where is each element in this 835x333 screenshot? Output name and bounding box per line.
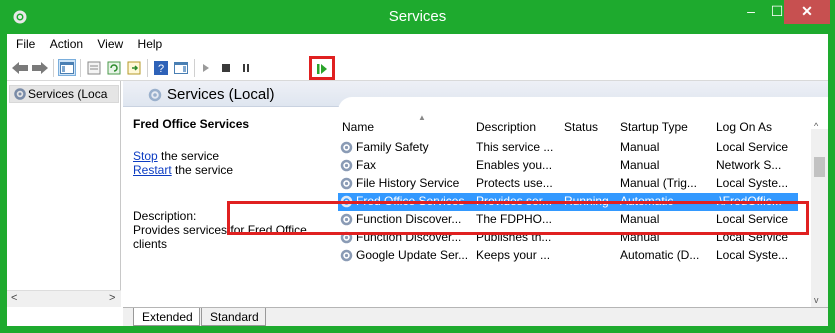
selected-row-highlight: [227, 201, 809, 235]
cell-name: File History Service: [356, 176, 460, 190]
scroll-right-icon[interactable]: >: [109, 292, 115, 304]
tab-standard[interactable]: Standard: [201, 308, 266, 326]
column-header-label: Name: [342, 120, 375, 134]
cell-startup-type: Manual: [620, 158, 660, 172]
stop-service-icon[interactable]: [217, 59, 235, 76]
forward-icon[interactable]: [31, 59, 49, 76]
cell-startup-type: Manual: [620, 140, 660, 154]
svg-text:?: ?: [158, 63, 164, 75]
stop-suffix: the service: [157, 149, 220, 163]
description-line-2: clients: [133, 237, 168, 251]
column-header-log-on-as[interactable]: Log On As: [712, 117, 802, 139]
column-header-status[interactable]: Status: [560, 117, 616, 139]
column-header-description[interactable]: Description: [472, 117, 560, 139]
restart-suffix: the service: [171, 163, 234, 177]
pause-service-icon[interactable]: [237, 59, 255, 76]
cell-name: Fax: [356, 158, 377, 172]
service-gear-icon: [340, 249, 353, 262]
table-row[interactable]: File History Service Protects use... Manua…: [338, 175, 798, 193]
menu-help[interactable]: Help: [133, 34, 169, 51]
cell-startup-type: Automatic (D...: [620, 248, 700, 262]
restart-service-line: Restart the service: [133, 163, 233, 177]
service-gear-icon: [340, 177, 353, 190]
cell-log-on-as: Local Syste...: [716, 248, 789, 262]
stop-service-line: Stop the service: [133, 149, 219, 163]
details-pane: Services (Local) Fred Office Services St…: [123, 81, 828, 307]
cell-description: Enables you...: [476, 158, 553, 172]
title-bar[interactable]: Services – ☐ ✕: [7, 0, 830, 34]
table-vertical-scrollbar[interactable]: ^ v: [811, 121, 828, 307]
scroll-up-icon[interactable]: ^: [814, 121, 818, 131]
toolbar-separator: [53, 59, 54, 77]
scroll-down-icon[interactable]: v: [814, 295, 819, 305]
menu-action[interactable]: Action: [45, 34, 89, 51]
menu-bar: File Action View Help: [7, 34, 828, 54]
console-tree-pane: Services (Loca < >: [7, 81, 121, 307]
start-service-icon[interactable]: [197, 59, 215, 76]
selected-service-name: Fred Office Services: [133, 117, 250, 131]
table-row[interactable]: Family Safety This service ... Manual Local…: [338, 139, 798, 157]
services-gear-icon: [148, 88, 162, 102]
cell-log-on-as: Network S...: [716, 158, 782, 172]
minimize-button[interactable]: –: [738, 0, 764, 24]
services-window: Services – ☐ ✕ File Action View Help ? S…: [0, 0, 835, 333]
restart-service-link[interactable]: Restart: [133, 163, 172, 177]
stop-service-link[interactable]: Stop: [133, 149, 158, 163]
cell-name: Family Safety: [356, 140, 429, 154]
column-header-name[interactable]: Name ▲: [338, 113, 472, 139]
column-header-startup-type[interactable]: Startup Type: [616, 117, 712, 139]
table-row[interactable]: Fax Enables you... Manual Network S...: [338, 157, 798, 175]
toolbar-separator: [80, 59, 81, 77]
services-gear-icon: [14, 88, 26, 100]
cell-startup-type: Manual (Trig...: [620, 176, 697, 190]
cell-description: This service ...: [476, 140, 554, 154]
list-background: [338, 97, 828, 117]
resume-button-highlight: [309, 56, 335, 80]
back-icon[interactable]: [11, 59, 29, 76]
window-title: Services: [388, 8, 447, 25]
export-list-icon[interactable]: [125, 59, 143, 76]
view-tabs: Extended Standard: [123, 307, 828, 326]
tree-item-label: Services (Loca: [28, 87, 108, 101]
properties-icon[interactable]: [85, 59, 103, 76]
scroll-left-icon[interactable]: <: [11, 292, 17, 304]
refresh-icon[interactable]: [105, 59, 123, 76]
tree-item-services-local[interactable]: Services (Loca: [9, 85, 119, 103]
menu-file[interactable]: File: [11, 34, 41, 51]
details-title: Services (Local): [167, 86, 275, 103]
tab-extended[interactable]: Extended: [133, 308, 200, 326]
show-action-pane-icon[interactable]: [172, 59, 190, 76]
help-icon[interactable]: ?: [152, 59, 170, 76]
menu-view[interactable]: View: [92, 34, 129, 51]
tree-horizontal-scrollbar[interactable]: < >: [7, 290, 121, 307]
client-area: File Action View Help ? Services (Loca <…: [7, 34, 828, 326]
table-row[interactable]: Google Update Ser... Keeps your ... Automa…: [338, 247, 798, 265]
cell-description: Keeps your ...: [476, 248, 551, 262]
scroll-thumb[interactable]: [814, 157, 825, 177]
show-hide-console-tree-icon[interactable]: [58, 59, 76, 76]
cell-log-on-as: Local Syste...: [716, 176, 789, 190]
close-button[interactable]: ✕: [784, 0, 830, 24]
description-label: Description:: [133, 209, 197, 223]
service-gear-icon: [340, 141, 353, 154]
sort-ascending-icon: ▲: [418, 113, 426, 122]
cell-name: Google Update Ser...: [356, 248, 469, 262]
toolbar: ?: [7, 54, 828, 81]
service-gear-icon: [340, 159, 353, 172]
toolbar-separator: [147, 59, 148, 77]
toolbar-separator: [194, 59, 195, 77]
cell-description: Protects use...: [476, 176, 553, 190]
cell-log-on-as: Local Service: [716, 140, 789, 154]
